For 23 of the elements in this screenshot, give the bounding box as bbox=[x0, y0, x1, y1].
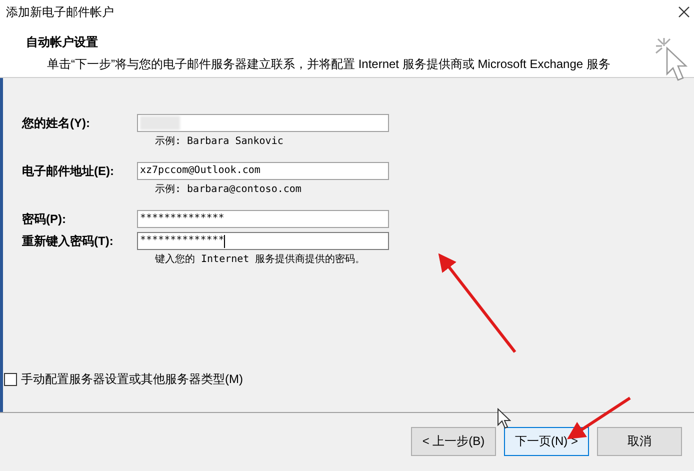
header-description: 单击“下一步”将与您的电子邮件服务器建立联系，并将配置 Internet 服务提供商或 Microsoft Exchange 服务 bbox=[46, 56, 610, 73]
header-title: 自动帐户设置 bbox=[26, 34, 99, 51]
text-field[interactable]: ************** bbox=[137, 232, 389, 250]
field-hint: 键入您的 Internet 服务提供商提供的密码。 bbox=[154, 252, 366, 267]
field-label: 重新键入密码(T): bbox=[22, 233, 114, 250]
field-hint: 示例: Barbara Sankovic bbox=[154, 135, 284, 149]
checkbox-label: 手动配置服务器设置或其他服务器类型(M) bbox=[21, 371, 243, 388]
dialog-button[interactable]: < 上一步(B) bbox=[411, 426, 496, 456]
manual-setup-checkbox[interactable] bbox=[4, 372, 17, 386]
text-field[interactable]: xz7pccom@Outlook.com bbox=[137, 162, 389, 180]
mouse-pointer-icon bbox=[497, 408, 511, 430]
dialog-button[interactable]: 取消 bbox=[597, 426, 682, 456]
window-title: 添加新电子邮件帐户 bbox=[6, 4, 114, 21]
field-label: 您的姓名(Y): bbox=[22, 115, 91, 132]
dialog-button[interactable]: 下一页(N) > bbox=[504, 426, 589, 456]
field-label: 电子邮件地址(E): bbox=[22, 163, 115, 180]
close-icon[interactable] bbox=[678, 6, 690, 18]
text-cursor bbox=[224, 234, 226, 248]
field-hint: 示例: barbara@contoso.com bbox=[154, 183, 302, 197]
redaction-mark bbox=[140, 116, 180, 130]
text-field[interactable]: ************** bbox=[137, 210, 389, 228]
field-label: 密码(P): bbox=[22, 211, 67, 228]
text-field[interactable] bbox=[137, 114, 389, 132]
